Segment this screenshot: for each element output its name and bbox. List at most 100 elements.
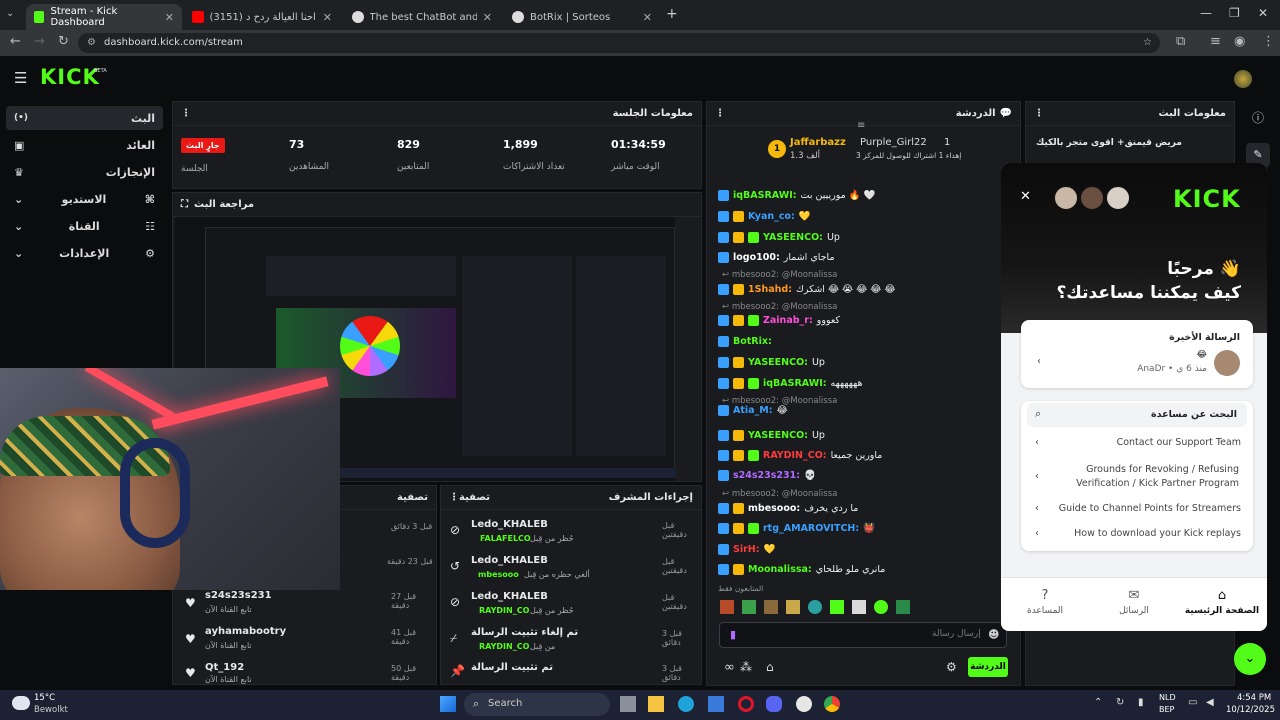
chat-username[interactable]: SirH: [733, 544, 760, 555]
chat-username[interactable]: YASEENCO: [763, 232, 823, 243]
close-window-icon[interactable]: ✕ [1258, 6, 1268, 20]
obs-icon[interactable] [796, 696, 812, 712]
tray-chevron-icon[interactable]: ⌃ [1094, 697, 1102, 708]
store-app-icon[interactable] [708, 696, 724, 712]
chat-username[interactable]: Atia_M: [733, 405, 773, 416]
help-link[interactable]: ‹ How to download your Kick replays [1021, 528, 1253, 544]
bookmark-star-icon[interactable]: ☆ [1143, 33, 1152, 53]
emoji-icon[interactable]: ☻ [988, 628, 999, 641]
chat-message[interactable]: YASEENCO: Up [718, 430, 825, 441]
clock-time[interactable]: 4:54 PM [1237, 693, 1271, 703]
infinity-icon[interactable]: ∞ [724, 660, 735, 675]
close-tab-icon[interactable]: ✕ [643, 11, 652, 24]
tab-chatbot[interactable]: The best ChatBot and Widgets ✕ [344, 4, 500, 30]
top-gifter-name[interactable]: Jaffarbazz [790, 137, 846, 148]
close-icon[interactable]: ✕ [1020, 189, 1031, 204]
chrome-icon[interactable] [824, 696, 840, 712]
language-indicator[interactable]: NLD [1159, 693, 1176, 702]
opera-icon[interactable] [738, 696, 754, 712]
emote-icon[interactable] [786, 600, 800, 614]
sidebar-item-live[interactable]: البث (•) [6, 106, 163, 130]
help-nav-messages[interactable]: ✉ الرسائل [1099, 588, 1169, 628]
new-tab-icon[interactable]: + [666, 6, 678, 22]
more-options-icon[interactable]: ⋮ [449, 492, 459, 503]
chat-username[interactable]: 1Shahd: [748, 284, 792, 295]
tab-search-icon[interactable]: ⌄ [6, 8, 14, 19]
chat-message[interactable]: SirH: 💛 [718, 544, 775, 555]
top-gifter-name[interactable]: Purple_Girl22 [860, 137, 927, 148]
help-nav-home[interactable]: ⌂ الصفحة الرئيسية [1177, 588, 1267, 628]
maximize-icon[interactable]: ❐ [1229, 6, 1240, 20]
chat-send-button[interactable]: الدردشة [968, 657, 1008, 677]
sidebar-item-studio[interactable]: ⌘ الاستديو ⌄ [6, 187, 163, 211]
chat-message[interactable]: YASEENCO: Up [718, 232, 840, 243]
filter-label[interactable]: تصفية [459, 492, 490, 503]
chat-message[interactable]: iqBASRAWI: ههههههه [718, 378, 863, 389]
chat-username[interactable]: iqBASRAWI: [733, 190, 797, 201]
tab-kick-dashboard[interactable]: Stream - Kick Dashboard ✕ [26, 4, 182, 30]
back-icon[interactable]: ← [10, 34, 21, 49]
profile-icon[interactable]: ◉ [1234, 34, 1245, 49]
start-icon[interactable] [440, 696, 456, 712]
tab-youtube[interactable]: (3151) ريمكس احنا العيالة ردح د... ✕ [184, 4, 340, 30]
extensions-icon[interactable]: ⧉ [1176, 34, 1185, 49]
emote-icon[interactable] [896, 600, 910, 614]
chat-message[interactable]: logo100: ماجاي اشمار [718, 252, 835, 263]
chat-message[interactable]: BotRix: [718, 336, 776, 347]
chat-username[interactable]: Moonalissa: [748, 564, 812, 575]
more-options-icon[interactable]: ⋮ [715, 108, 725, 119]
volume-icon[interactable]: ◀ [1206, 697, 1214, 708]
chat-message[interactable]: Atia_M: 😂 [718, 405, 788, 416]
chat-message[interactable]: Moonalissa: مانري ملو طلحاي [718, 564, 885, 575]
help-link[interactable]: ‹ Guide to Channel Points for Streamers [1021, 503, 1253, 519]
sidebar-item-revenue[interactable]: العائد ▣ [6, 133, 163, 157]
help-link[interactable]: ‹ Grounds for Revoking / Refusing Verifi… [1021, 463, 1253, 493]
chat-message[interactable]: s24s23s231: 💀 [718, 470, 816, 481]
chat-username[interactable]: rtg_AMAROVITCH: [763, 523, 859, 534]
emote-icon[interactable] [764, 600, 778, 614]
menu-dots-icon[interactable]: ⋮ [1262, 34, 1275, 49]
chat-input[interactable]: ☻ إرسال رسالة ▮ [719, 622, 1007, 648]
chat-username[interactable]: RAYDIN_CO: [763, 450, 827, 461]
chat-message[interactable]: Kyan_co: 💛 [718, 211, 811, 222]
chat-username[interactable]: logo100: [733, 252, 780, 263]
help-link[interactable]: ‹ Contact our Support Team [1021, 437, 1253, 453]
chat-message[interactable]: YASEENCO: Up [718, 357, 825, 368]
mic-icon[interactable]: ▮ [730, 628, 736, 641]
more-options-icon[interactable]: ⋮ [181, 108, 191, 119]
emote-icon[interactable] [808, 600, 822, 614]
tab-botrix[interactable]: BotRix | Sorteos ✕ [504, 4, 660, 30]
emote-icon[interactable] [830, 600, 844, 614]
minimize-icon[interactable]: — [1200, 6, 1212, 20]
emote-icon[interactable] [720, 600, 734, 614]
tray-app-icon[interactable]: ↻ [1116, 697, 1124, 708]
help-nav-help[interactable]: ? المساعدة [1015, 588, 1075, 628]
chat-username[interactable]: Zainab_r: [763, 315, 813, 326]
emote-icon[interactable] [742, 600, 756, 614]
chat-message[interactable]: 1Shahd: اشكرك 😂 😭 😂 😂 😂 [718, 284, 896, 295]
url-field[interactable]: ⚙ dashboard.kick.com/stream ☆ [78, 33, 1160, 53]
info-icon[interactable]: ⓘ [1252, 109, 1264, 126]
forward-icon[interactable]: → [34, 34, 45, 49]
chat-username[interactable]: YASEENCO: [748, 357, 808, 368]
task-view-icon[interactable] [620, 696, 636, 712]
chat-username[interactable]: Kyan_co: [748, 211, 795, 222]
sidebar-item-channel[interactable]: ☷ القناة ⌄ [6, 214, 163, 238]
weather-temp[interactable]: 15°C [34, 693, 55, 703]
close-tab-icon[interactable]: ✕ [483, 11, 492, 24]
user-avatar[interactable] [1234, 70, 1252, 88]
chat-username[interactable]: YASEENCO: [748, 430, 808, 441]
help-launcher-button[interactable]: ⌄ [1234, 643, 1266, 675]
chat-username[interactable]: BotRix: [733, 336, 772, 347]
points-icon[interactable]: ⁂ [740, 660, 752, 674]
emote-icon[interactable] [852, 600, 866, 614]
sidebar-item-settings[interactable]: ⚙ الإعدادات ⌄ [6, 241, 163, 265]
reading-list-icon[interactable]: ≡ [1210, 34, 1221, 49]
chat-username[interactable]: mbesooo: [748, 503, 800, 514]
collapse-icon[interactable]: ≡ [857, 120, 865, 131]
sidebar-item-achievements[interactable]: الإنجازات ♛ [6, 160, 163, 184]
help-search-input[interactable]: البحث عن مساعدة ⌕ [1027, 403, 1247, 427]
hamburger-menu-icon[interactable]: ☰ [14, 69, 27, 87]
chat-message[interactable]: RAYDIN_CO: ماورين جميعا [718, 450, 882, 461]
close-tab-icon[interactable]: ✕ [165, 11, 174, 24]
